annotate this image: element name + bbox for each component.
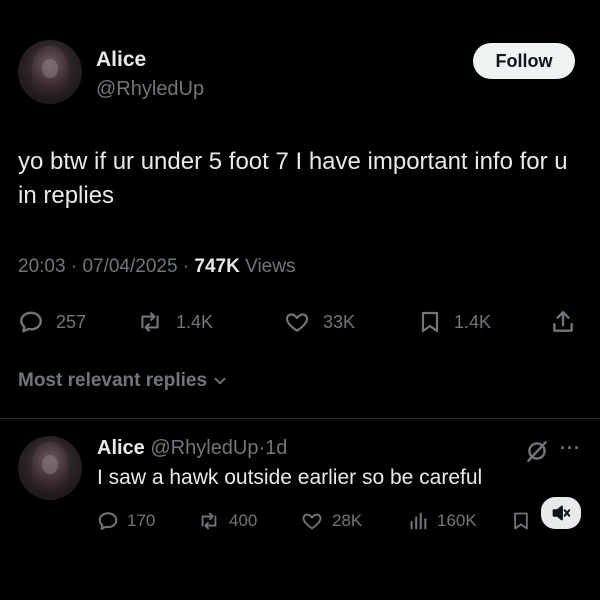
reply-text: I saw a hawk outside earlier so be caref… xyxy=(97,466,483,489)
bookmark-icon xyxy=(421,311,439,333)
bookmark-button[interactable]: 1.4K xyxy=(418,306,491,338)
reply-like-button[interactable]: 28K xyxy=(300,507,362,535)
share-icon xyxy=(553,311,573,332)
reply-reply-button[interactable]: 170 xyxy=(97,507,155,535)
reply-like-count: 28K xyxy=(332,511,363,530)
tweet-time[interactable]: 20:03 xyxy=(18,256,66,277)
mute-icon xyxy=(552,505,571,521)
repost-button[interactable]: 1.4K xyxy=(136,306,213,338)
tweet-action-bar: 257 1.4K 33K 1.4K xyxy=(18,306,588,338)
mute-button[interactable] xyxy=(541,497,581,529)
grok-slash-icon[interactable] xyxy=(524,438,550,464)
avatar[interactable] xyxy=(18,40,82,104)
like-icon xyxy=(302,513,322,530)
tweet-meta: 20:03 · 07/04/2025 · 747K Views xyxy=(18,256,295,278)
author-handle[interactable]: @RhyledUp xyxy=(96,78,204,101)
views-icon xyxy=(410,512,427,530)
follow-button[interactable]: Follow xyxy=(473,43,575,79)
meta-separator: · xyxy=(70,256,78,277)
reply-repost-button[interactable]: 400 xyxy=(197,507,257,535)
tweet-date[interactable]: 07/04/2025 xyxy=(82,256,177,277)
reply-avatar[interactable] xyxy=(18,436,82,500)
reply-action-bar: 170 400 28K 160K xyxy=(97,507,567,535)
reply-author-handle[interactable]: @RhyledUp xyxy=(150,437,258,459)
reply-author-name[interactable]: Alice xyxy=(97,437,145,459)
repost-icon xyxy=(141,312,159,332)
bookmark-icon xyxy=(514,512,528,530)
avatar-face xyxy=(42,455,58,475)
reply-count: 257 xyxy=(56,311,87,332)
views-count: 747K xyxy=(194,256,240,277)
reply-icon xyxy=(20,311,42,333)
meta-separator: · xyxy=(182,256,190,277)
reply-bookmark-button[interactable] xyxy=(511,507,539,535)
reply-icon xyxy=(98,512,118,530)
avatar-face xyxy=(42,59,58,79)
section-divider xyxy=(0,418,600,419)
reply-button[interactable]: 257 xyxy=(18,306,86,338)
reply-age[interactable]: 1d xyxy=(265,437,287,459)
like-button[interactable]: 33K xyxy=(283,306,355,338)
replies-sort-dropdown[interactable]: Most relevant replies xyxy=(18,370,229,392)
replies-sort-label: Most relevant replies xyxy=(18,370,208,391)
bookmark-count: 1.4K xyxy=(454,311,492,332)
views-label: Views xyxy=(245,256,296,277)
repost-count: 1.4K xyxy=(176,311,214,332)
reply-header: Alice @RhyledUp·1d xyxy=(97,437,287,460)
share-button[interactable] xyxy=(550,306,588,338)
like-icon xyxy=(285,313,309,332)
repost-icon xyxy=(201,512,217,530)
reply-repost-count: 400 xyxy=(229,511,258,530)
chevron-down-icon xyxy=(214,377,226,385)
reply-views-count: 160K xyxy=(437,511,477,530)
like-count: 33K xyxy=(323,311,356,332)
tweet-text: yo btw if ur under 5 foot 7 I have impor… xyxy=(18,148,568,209)
author-name[interactable]: Alice xyxy=(96,48,146,72)
reply-reply-count: 170 xyxy=(127,511,156,530)
reply-views-button[interactable]: 160K xyxy=(407,507,477,535)
more-icon[interactable]: ··· xyxy=(560,438,581,459)
